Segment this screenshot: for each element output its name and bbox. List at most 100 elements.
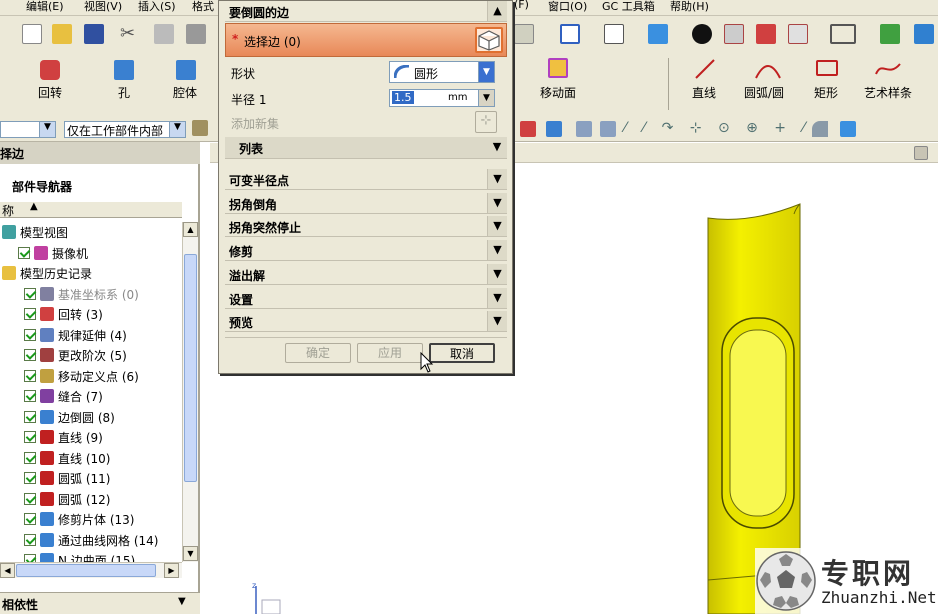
rectangle-button-label[interactable]: 矩形 — [814, 84, 838, 101]
dialog-section[interactable]: 修剪 ▼ — [225, 240, 507, 262]
navigator-tree-row[interactable]: 通过曲线网格 (14) — [0, 530, 182, 550]
visibility-checkbox[interactable] — [24, 369, 36, 382]
navigator-tree-row[interactable]: 修剪片体 (13) — [0, 509, 182, 529]
scroll-left-icon[interactable]: ◀ — [0, 563, 15, 578]
scroll-up-icon[interactable]: ▲ — [183, 222, 198, 237]
dialog-section[interactable]: 溢出解 ▼ — [225, 263, 507, 285]
visibility-checkbox[interactable] — [24, 328, 36, 341]
chevron-down-icon[interactable]: ▼ — [487, 263, 507, 284]
shaded-cube-icon[interactable] — [648, 24, 668, 44]
snap-point-icons[interactable]: ⁄ ⁄ ↷ ⊹ ⊙ ⊕ + ⁄ — [624, 120, 811, 136]
dialog-section[interactable]: 预览 ▼ — [225, 311, 507, 333]
dialog-section[interactable]: 拐角倒角 ▼ — [225, 192, 507, 214]
dialog-section[interactable]: 拐角突然停止 ▼ — [225, 216, 507, 238]
visibility-checkbox[interactable] — [24, 472, 36, 484]
quadrant-icon[interactable] — [812, 121, 828, 137]
studio-spline-icon[interactable] — [874, 58, 902, 80]
radius-value[interactable]: 1.5 — [392, 91, 414, 104]
dialog-section[interactable]: 设置 ▼ — [225, 287, 507, 309]
navigator-horizontal-scrollbar[interactable]: ◀ ▶ — [0, 562, 182, 578]
arc-icon[interactable] — [754, 58, 782, 80]
sheet-icon[interactable] — [604, 24, 624, 44]
navigator-tree-row[interactable]: 模型历史记录 — [0, 263, 182, 283]
visibility-checkbox[interactable] — [24, 533, 36, 546]
navigator-tree-row[interactable]: 移动定义点 (6) — [0, 366, 182, 386]
save-icon[interactable] — [84, 24, 104, 44]
visibility-checkbox[interactable] — [24, 513, 36, 525]
section-cube-icon[interactable] — [788, 24, 808, 44]
scroll-thumb[interactable] — [184, 254, 197, 482]
view-cube-icon[interactable] — [840, 121, 856, 137]
radius-input[interactable]: 1.5 mm ▼ — [389, 89, 495, 107]
open-folder-icon[interactable] — [52, 24, 72, 44]
assembly-icon[interactable] — [914, 24, 934, 44]
rotate-icon[interactable] — [600, 121, 616, 137]
scroll-right-icon[interactable]: ▶ — [164, 563, 179, 578]
pocket-button-label[interactable]: 腔体 — [173, 84, 197, 101]
move-icon[interactable] — [576, 121, 592, 137]
chevron-down-icon[interactable]: ▼ — [487, 192, 507, 213]
line-button-label[interactable]: 直线 — [692, 84, 716, 101]
navigator-tree-row[interactable]: 回转 (3) — [0, 304, 182, 324]
menu-item[interactable]: 窗口(O) — [548, 0, 587, 14]
cut-icon[interactable]: ✂ — [120, 24, 140, 44]
visibility-checkbox[interactable] — [24, 451, 36, 464]
visibility-checkbox[interactable] — [24, 308, 36, 320]
background-color-icon[interactable] — [830, 24, 856, 44]
navigator-tree-row[interactable]: 边倒圆 (8) — [0, 407, 182, 427]
menu-item[interactable]: (F) — [514, 0, 529, 11]
paste-icon[interactable] — [186, 24, 206, 44]
clip-section-icon[interactable] — [724, 24, 744, 44]
dialog-section[interactable]: 可变半径点 ▼ — [225, 169, 507, 190]
chevron-down-icon[interactable]: ▼ — [487, 311, 507, 332]
navigator-tree-row[interactable]: 摄像机 — [0, 243, 182, 263]
hole-button-label[interactable]: 孔 — [118, 84, 130, 101]
cancel-button[interactable]: 取消 — [429, 343, 495, 363]
snap-icon[interactable] — [520, 121, 536, 137]
line-icon[interactable] — [694, 58, 718, 80]
type-filter-select[interactable]: ▼ — [0, 121, 56, 138]
fit-view-icon[interactable] — [560, 24, 580, 44]
restore-icon[interactable] — [914, 146, 928, 160]
edges-to-blend-section[interactable]: 要倒圆的边 ▲ — [225, 1, 507, 22]
value-menu-icon[interactable]: ▼ — [478, 90, 494, 106]
navigator-vertical-scrollbar[interactable]: ▲ ▼ — [182, 222, 198, 562]
visibility-checkbox[interactable] — [24, 410, 36, 423]
scroll-down-icon[interactable]: ▼ — [183, 546, 198, 561]
visibility-checkbox[interactable] — [24, 492, 36, 505]
copy-icon[interactable] — [154, 24, 174, 44]
move-component-icon[interactable] — [880, 24, 900, 44]
list-subsection[interactable]: 列表 ▼ — [225, 137, 507, 159]
navigator-tree-row[interactable]: 直线 (10) — [0, 448, 182, 468]
filter-settings-icon[interactable] — [192, 120, 208, 136]
studio-spline-button-label[interactable]: 艺术样条 — [864, 84, 912, 101]
select-edge-cube-icon[interactable] — [475, 27, 503, 53]
visibility-checkbox[interactable] — [24, 349, 36, 361]
navigator-tree-row[interactable]: 圆弧 (11) — [0, 468, 182, 488]
new-file-icon[interactable] — [22, 24, 42, 44]
chevron-down-icon[interactable]: ▼ — [487, 137, 507, 157]
chevron-down-icon[interactable]: ▼ — [487, 169, 507, 189]
add-new-set-icon[interactable]: ⊹ — [475, 111, 497, 133]
visibility-checkbox[interactable] — [18, 246, 30, 259]
navigator-tree-row[interactable]: 直线 (9) — [0, 427, 182, 447]
red-cube-icon[interactable] — [756, 24, 776, 44]
navigator-tree-row[interactable]: 基准坐标系 (0) — [0, 284, 182, 304]
menu-item[interactable]: 帮助(H) — [670, 0, 709, 14]
chevron-down-icon[interactable]: ▼ — [487, 287, 507, 308]
navigator-tree-row[interactable]: 规律延伸 (4) — [0, 325, 182, 345]
visibility-checkbox[interactable] — [24, 287, 36, 300]
select-edge-row[interactable]: * 选择边 (0) — [225, 23, 507, 57]
layout-icon[interactable] — [514, 24, 534, 44]
navigator-tree-row[interactable]: 模型视图 — [0, 222, 182, 242]
ok-button[interactable]: 确定 — [285, 343, 351, 363]
navigator-tree-row[interactable]: 圆弧 (12) — [0, 489, 182, 509]
navigator-tree-row[interactable]: 更改阶次 (5) — [0, 345, 182, 365]
arrow-right-icon[interactable] — [546, 121, 562, 137]
rectangle-icon[interactable] — [816, 60, 838, 76]
navigator-tree-row[interactable]: 缝合 (7) — [0, 386, 182, 406]
add-new-set-label[interactable]: 添加新集 — [231, 115, 279, 132]
menu-item[interactable]: GC 工具箱 — [602, 0, 655, 14]
chevron-down-icon[interactable]: ▼ — [487, 216, 507, 237]
shape-select[interactable]: 圆形 ▼ — [389, 61, 495, 83]
